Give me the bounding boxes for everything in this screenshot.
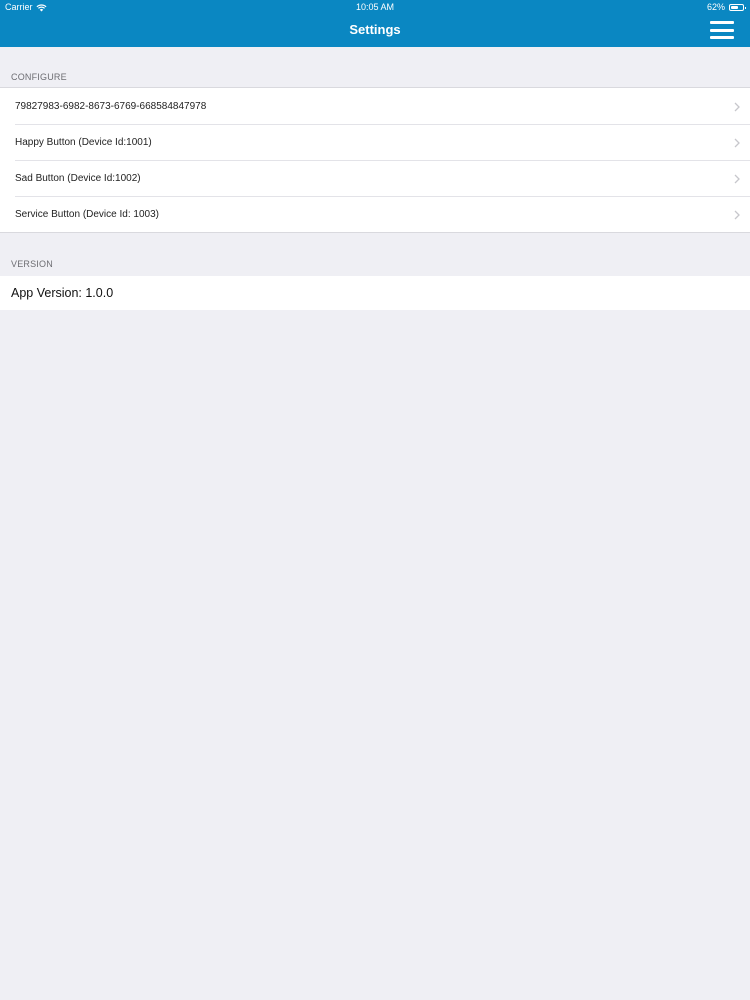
list-item-label: Sad Button (Device Id:1002) [15,172,141,184]
list-item-label: Service Button (Device Id: 1003) [15,208,159,220]
status-bar: Carrier 10:05 AM 62% [0,0,750,15]
status-time: 10:05 AM [355,2,395,12]
configure-list: 79827983-6982-8673-6769-668584847978 Hap… [0,87,750,233]
list-item-label: Happy Button (Device Id:1001) [15,136,152,148]
chevron-right-icon [734,210,740,220]
battery-cap [744,6,746,9]
list-item-happy-button[interactable]: Happy Button (Device Id:1001) [0,124,750,160]
section-header-version: VERSION [11,259,53,269]
navigation-bar: Carrier 10:05 AM 62% Settings [0,0,750,47]
app-version-row: App Version: 1.0.0 [0,276,750,310]
menu-line [710,36,734,39]
menu-line [710,21,734,24]
app-version-label: App Version: 1.0.0 [11,286,114,300]
list-item-label: 79827983-6982-8673-6769-668584847978 [15,100,207,112]
version-list: App Version: 1.0.0 [0,276,750,310]
chevron-right-icon [734,174,740,184]
page-title: Settings [349,22,401,37]
battery-icon [729,4,746,11]
battery-percent: 62% [706,2,725,12]
list-item-device-uuid[interactable]: 79827983-6982-8673-6769-668584847978 [0,88,750,124]
chevron-right-icon [734,138,740,148]
section-header-configure: CONFIGURE [11,72,67,82]
menu-line [710,28,734,32]
battery-fill [731,6,738,9]
status-battery: 62% [706,0,746,15]
list-item-sad-button[interactable]: Sad Button (Device Id:1002) [0,160,750,196]
chevron-right-icon [734,102,740,112]
hamburger-menu-icon[interactable] [710,21,734,39]
list-item-service-button[interactable]: Service Button (Device Id: 1003) [0,196,750,232]
